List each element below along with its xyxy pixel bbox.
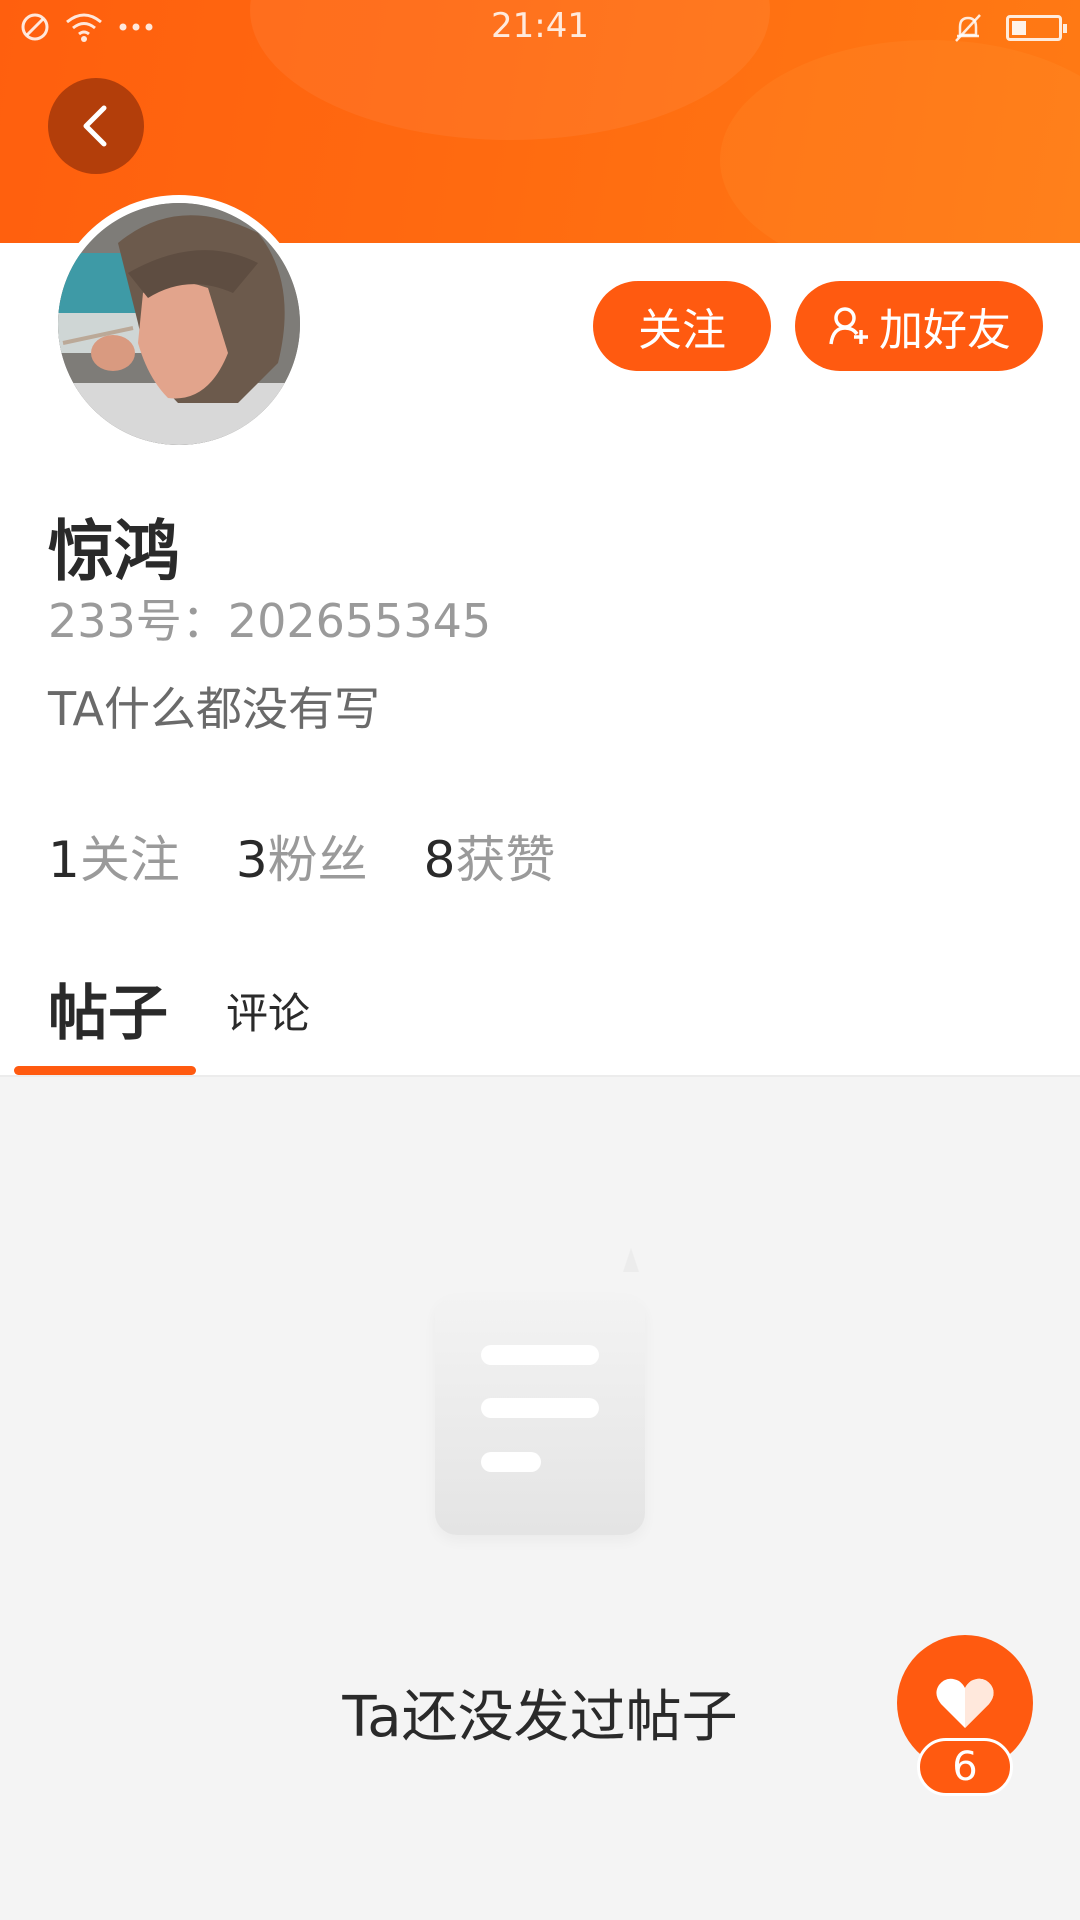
heart-icon: [936, 1678, 994, 1728]
avatar[interactable]: [50, 195, 308, 453]
sparkle-decoration: [623, 1248, 639, 1272]
tab-comments[interactable]: 评论: [226, 980, 310, 1041]
follow-button-label: 关注: [638, 305, 726, 356]
add-friend-label: 加好友: [879, 305, 1011, 356]
avatar-illustration: [58, 203, 300, 445]
active-tab-indicator: [14, 1066, 196, 1075]
back-button[interactable]: [48, 78, 144, 174]
add-user-icon: [829, 307, 868, 345]
status-right-icons: [952, 12, 1067, 44]
stat-number: 8: [423, 831, 456, 889]
divider: [0, 1075, 1080, 1077]
profile-stats: 1关注 3粉丝 8获赞: [48, 820, 611, 892]
mute-bell-icon: [955, 14, 981, 42]
stat-label: 关注: [79, 831, 180, 889]
empty-document-icon: [435, 1295, 645, 1535]
user-bio: TA什么都没有写: [48, 682, 380, 736]
username: 惊鸿: [48, 513, 180, 590]
stat-likes[interactable]: 8获赞: [424, 820, 556, 892]
like-count-badge: 6: [917, 1738, 1013, 1796]
status-time: 21:41: [491, 6, 589, 46]
status-bar: 21:41: [0, 0, 1080, 54]
header-decoration: [720, 40, 1080, 243]
follow-button[interactable]: 关注: [593, 281, 771, 371]
stat-label: 粉丝: [267, 831, 368, 889]
stat-label: 获赞: [455, 831, 556, 889]
stat-following[interactable]: 1关注: [48, 820, 180, 892]
battery-icon: [1006, 15, 1067, 41]
tab-posts[interactable]: 帖子: [48, 965, 168, 1052]
stat-number: 3: [235, 831, 268, 889]
chevron-left-icon: [83, 105, 107, 147]
add-friend-button[interactable]: 加好友: [795, 281, 1043, 371]
user-id: 233号：202655345: [48, 594, 492, 648]
stat-number: 1: [48, 831, 80, 889]
stat-fans[interactable]: 3粉丝: [236, 820, 368, 892]
